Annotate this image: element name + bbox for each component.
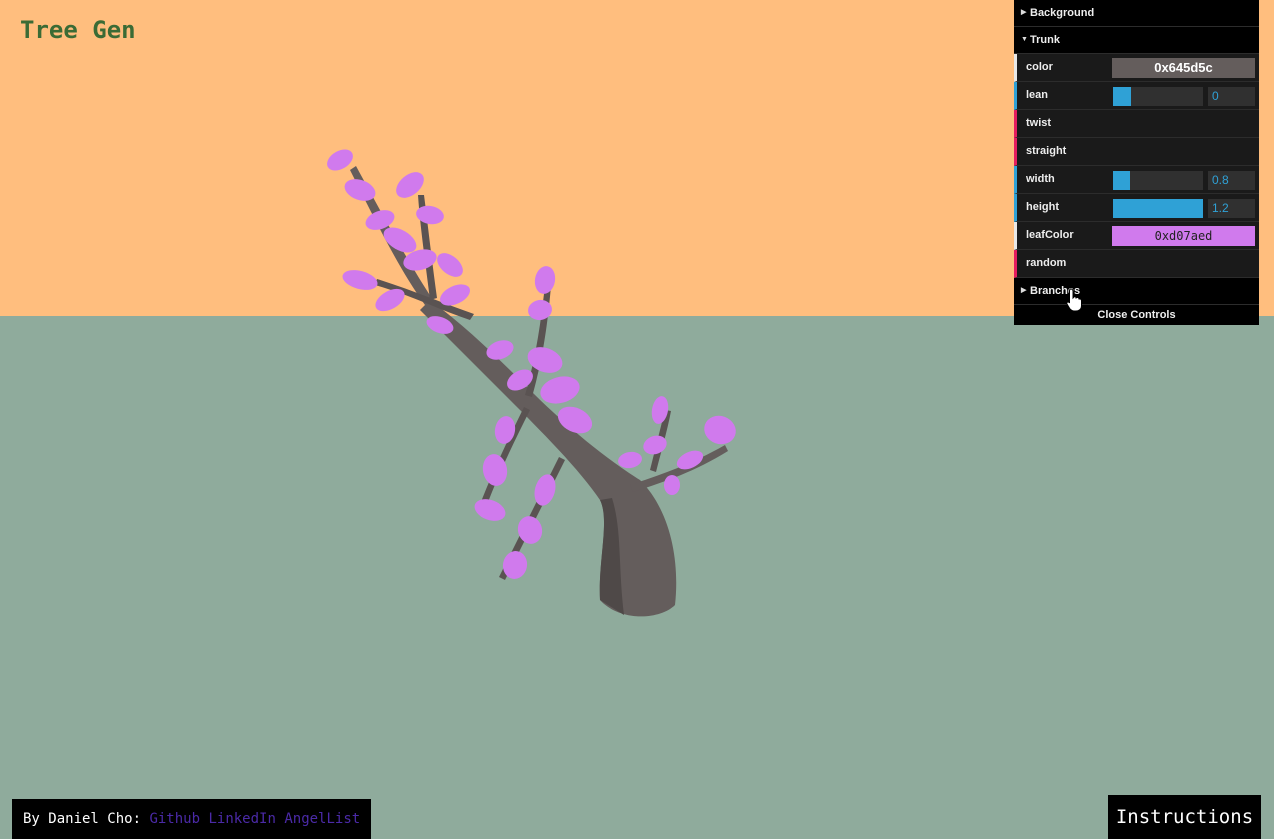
caret-right-icon: ▶ (1021, 9, 1027, 16)
leaf-color-picker[interactable]: 0xd07aed (1112, 226, 1255, 246)
width-input[interactable]: 0.8 (1208, 171, 1255, 190)
control-twist-label: twist (1026, 117, 1052, 129)
control-straight-label: straight (1026, 145, 1067, 157)
caret-down-icon: ▼ (1021, 36, 1028, 43)
control-lean-label: lean (1026, 89, 1049, 101)
page-title: Tree Gen (20, 16, 136, 44)
author-credits: By Daniel Cho: Github LinkedIn AngelList (12, 799, 372, 839)
folder-branches[interactable]: ▶ Branches (1014, 278, 1259, 305)
control-leafcolor-label: leafColor (1026, 229, 1074, 241)
lean-input[interactable]: 0 (1208, 87, 1255, 106)
caret-right-icon: ▶ (1021, 287, 1027, 294)
linkedin-link[interactable]: LinkedIn (208, 811, 275, 827)
folder-background[interactable]: ▶ Background (1014, 0, 1259, 27)
lean-slider[interactable] (1113, 87, 1203, 106)
leaf-cluster (342, 270, 378, 290)
control-straight[interactable]: straight (1014, 138, 1259, 166)
close-controls-button[interactable]: Close Controls (1014, 305, 1259, 325)
leaf-cluster (664, 475, 680, 495)
leaf-cluster (474, 499, 506, 521)
folder-background-label: Background (1030, 7, 1095, 19)
leaf-cluster (704, 415, 736, 445)
leaf-cluster (540, 376, 580, 404)
leaf-cluster (618, 451, 642, 469)
control-width: width 0.8 (1014, 166, 1259, 194)
folder-trunk-label: Trunk (1030, 34, 1060, 46)
github-link[interactable]: Github (149, 811, 200, 827)
lean-slider-fill (1113, 87, 1131, 106)
angellist-link[interactable]: AngelList (284, 811, 360, 827)
height-input[interactable]: 1.2 (1208, 199, 1255, 218)
hand-cursor-icon (1066, 288, 1082, 312)
leaf-cluster (437, 253, 463, 277)
control-lean: lean 0 (1014, 82, 1259, 110)
controls-panel[interactable]: ▶ Background ▼ Trunk color 0x645d5c lean… (1014, 0, 1259, 325)
trunk-color-picker[interactable]: 0x645d5c (1112, 58, 1255, 78)
width-slider[interactable] (1113, 171, 1203, 190)
control-random-label: random (1026, 257, 1067, 269)
control-random[interactable]: random (1014, 250, 1259, 278)
control-height: height 1.2 (1014, 194, 1259, 222)
control-height-label: height (1026, 201, 1059, 213)
width-slider-fill (1113, 171, 1131, 190)
control-width-label: width (1026, 173, 1055, 185)
control-color: color 0x645d5c (1014, 54, 1259, 82)
leaf-cluster (534, 266, 556, 294)
credits-by-text: By Daniel Cho: (23, 811, 142, 827)
control-color-label: color (1026, 61, 1053, 73)
height-slider-fill (1113, 199, 1203, 218)
control-twist[interactable]: twist (1014, 110, 1259, 138)
folder-trunk[interactable]: ▼ Trunk (1014, 27, 1259, 54)
instructions-button[interactable]: Instructions (1108, 795, 1261, 839)
height-slider[interactable] (1113, 199, 1203, 218)
control-leafcolor: leafColor 0xd07aed (1014, 222, 1259, 250)
